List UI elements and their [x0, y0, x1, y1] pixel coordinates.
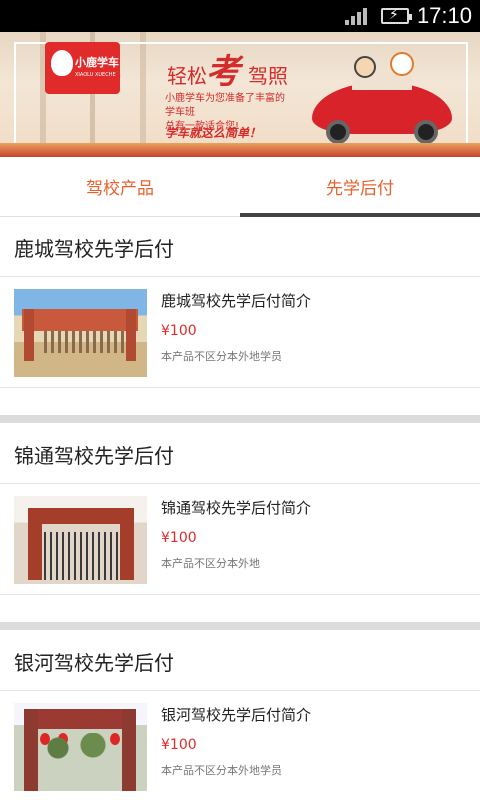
deer-mascot-icon — [51, 50, 73, 76]
status-bar: ⚡ 17:10 — [0, 0, 480, 32]
product-note: 本产品不区分本外地学员 — [161, 350, 282, 363]
product-item[interactable]: 鹿城驾校先学后付简介 ¥100 本产品不区分本外地学员 — [0, 277, 480, 388]
status-time: 17:10 — [416, 3, 472, 28]
divider — [0, 387, 480, 388]
product-price: ¥100 — [161, 323, 197, 339]
product-price: ¥100 — [161, 737, 197, 753]
product-item[interactable]: 锦通驾校先学后付简介 ¥100 本产品不区分本外地 — [0, 484, 480, 595]
banner-desc-line-1: 小鹿学车为您准备了丰富的学车班 — [165, 93, 285, 118]
product-name: 锦通驾校先学后付简介 — [161, 499, 312, 517]
product-note: 本产品不区分本外地 — [161, 557, 260, 570]
section-separator — [0, 415, 480, 423]
deer-passenger-illustration — [390, 52, 414, 76]
tab-bar: 驾校产品 先学后付 — [0, 157, 480, 217]
product-section: 银河驾校先学后付 银河驾校先学后付简介 ¥100 本产品不区分本外地学员 — [0, 632, 480, 800]
school-gate-photo — [14, 496, 147, 584]
product-name: 银河驾校先学后付简介 — [161, 706, 312, 724]
status-icons: ⚡ 17:10 — [344, 0, 472, 32]
banner-title-part-1: 轻松 — [167, 64, 207, 88]
car-wheel — [326, 120, 350, 144]
banner-slogan: 学车就这么简单！ — [165, 126, 262, 140]
product-info: 锦通驾校先学后付简介 ¥100 本产品不区分本外地 — [161, 496, 311, 572]
product-item[interactable]: 银河驾校先学后付简介 ¥100 本产品不区分本外地学员 — [0, 691, 480, 800]
section-separator — [0, 622, 480, 630]
section-title: 鹿城驾校先学后付 — [14, 236, 174, 261]
divider — [0, 594, 480, 595]
logo-subtext: XIAOLU XUECHE — [75, 72, 116, 78]
product-info: 银河驾校先学后付简介 ¥100 本产品不区分本外地学员 — [161, 703, 311, 779]
product-section: 鹿城驾校先学后付 鹿城驾校先学后付简介 ¥100 本产品不区分本外地学员 — [0, 218, 480, 391]
signal-icon — [344, 5, 373, 27]
product-name: 鹿城驾校先学后付简介 — [161, 292, 312, 310]
banner-bottom-strip — [0, 143, 480, 157]
product-section: 锦通驾校先学后付 锦通驾校先学后付简介 ¥100 本产品不区分本外地 — [0, 425, 480, 598]
tab-learn-first-pay-later[interactable]: 先学后付 — [240, 157, 480, 217]
app-logo: 小鹿学车 XIAOLU XUECHE — [45, 42, 120, 94]
logo-text: 小鹿学车 — [75, 56, 119, 69]
battery-charging-icon: ⚡ — [380, 7, 412, 24]
product-note: 本产品不区分本外地学员 — [161, 764, 282, 777]
car-wheel — [414, 120, 438, 144]
school-gate-photo — [14, 289, 147, 377]
school-gate-photo — [14, 703, 147, 791]
promo-banner[interactable]: 小鹿学车 XIAOLU XUECHE 轻松 考 驾照 小鹿学车为您准备了丰富的学… — [0, 32, 480, 157]
driver-illustration — [354, 56, 376, 78]
banner-title-part-2: 考 — [206, 52, 240, 92]
banner-title-part-3: 驾照 — [248, 64, 288, 88]
section-title: 银河驾校先学后付 — [14, 650, 174, 675]
section-title: 锦通驾校先学后付 — [14, 443, 174, 468]
product-info: 鹿城驾校先学后付简介 ¥100 本产品不区分本外地学员 — [161, 289, 311, 365]
tab-school-products[interactable]: 驾校产品 — [0, 157, 240, 216]
product-price: ¥100 — [161, 530, 197, 546]
